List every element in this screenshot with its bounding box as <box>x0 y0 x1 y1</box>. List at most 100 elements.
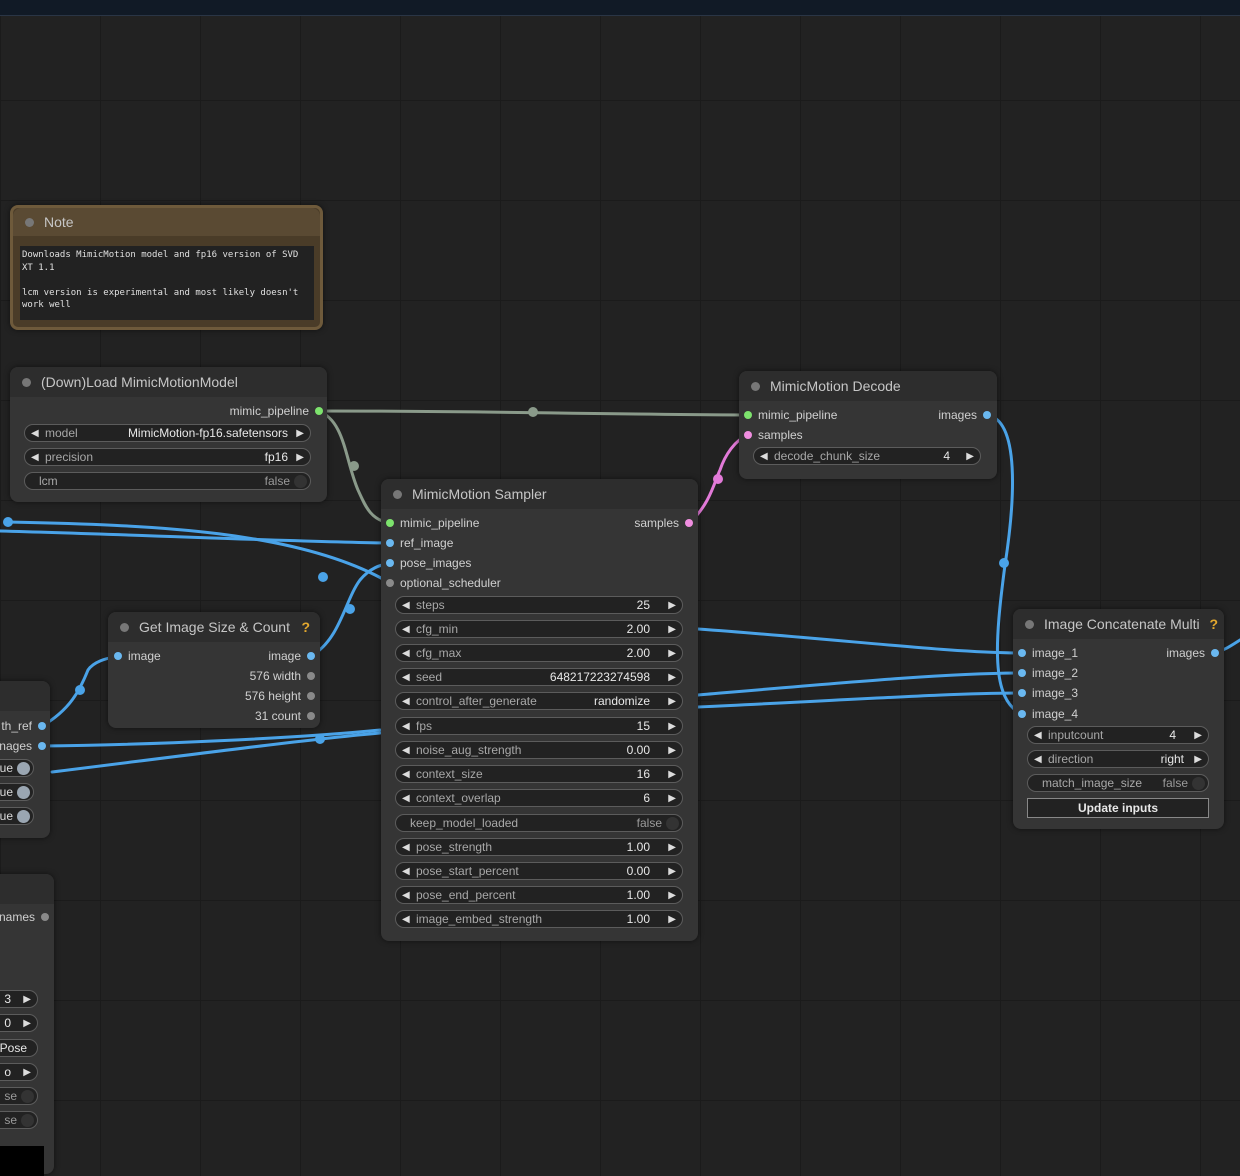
pose-strength-number[interactable]: ◀ pose_strength 1.00 ▶ <box>395 838 683 856</box>
output-slot-icon[interactable] <box>315 407 323 415</box>
output-slot-2[interactable]: nages <box>0 736 46 756</box>
collapse-dot-icon[interactable] <box>120 622 129 632</box>
output-slot-icon[interactable] <box>307 692 315 700</box>
input-mimic-pipeline[interactable]: mimic_pipeline <box>744 405 837 425</box>
arrow-right-icon[interactable]: ▶ <box>666 769 682 780</box>
output-images[interactable]: images <box>938 405 991 425</box>
number-widget-2[interactable]: 0 ▶ <box>0 1014 38 1032</box>
input-pose-images[interactable]: pose_images <box>386 553 471 573</box>
input-slot-icon[interactable] <box>744 411 752 419</box>
input-ref-image[interactable]: ref_image <box>386 533 453 553</box>
toggle-widget-1[interactable]: ue <box>0 759 34 777</box>
output-count[interactable]: 31 count <box>255 706 315 726</box>
input-slot-icon[interactable] <box>386 519 394 527</box>
arrow-right-icon[interactable]: ▶ <box>666 866 682 877</box>
input-image-2[interactable]: image_2 <box>1018 663 1078 683</box>
output-slot-icon[interactable] <box>38 722 46 730</box>
arrow-left-icon[interactable]: ◀ <box>754 451 774 462</box>
output-slot-names[interactable]: names <box>0 907 49 927</box>
collapse-dot-icon[interactable] <box>1025 619 1034 629</box>
arrow-right-icon[interactable]: ▶ <box>666 672 682 683</box>
number-widget-1[interactable]: 3 ▶ <box>0 990 38 1008</box>
arrow-left-icon[interactable]: ◀ <box>1028 730 1048 741</box>
arrow-left-icon[interactable]: ◀ <box>396 648 416 659</box>
arrow-right-icon[interactable]: ▶ <box>21 1018 37 1029</box>
get-image-size-count-node[interactable]: Get Image Size & Count ? image image 576… <box>108 612 320 728</box>
arrow-right-icon[interactable]: ▶ <box>666 914 682 925</box>
arrow-right-icon[interactable]: ▶ <box>294 452 310 463</box>
arrow-left-icon[interactable]: ◀ <box>396 866 416 877</box>
input-image-3[interactable]: image_3 <box>1018 683 1078 703</box>
output-images[interactable]: images <box>1166 643 1219 663</box>
image-embed-strength-number[interactable]: ◀ image_embed_strength 1.00 ▶ <box>395 910 683 928</box>
arrow-left-icon[interactable]: ◀ <box>396 600 416 611</box>
input-samples[interactable]: samples <box>744 425 803 445</box>
arrow-left-icon[interactable]: ◀ <box>396 696 416 707</box>
lcm-toggle[interactable]: lcm false <box>24 472 311 490</box>
arrow-right-icon[interactable]: ▶ <box>1192 730 1208 741</box>
match-image-size-toggle[interactable]: match_image_size false <box>1027 774 1209 792</box>
image-concatenate-multi-node[interactable]: Image Concatenate Multi ? image_1 image_… <box>1013 609 1224 829</box>
mimicmotion-decode-node[interactable]: MimicMotion Decode mimic_pipeline sample… <box>739 371 997 479</box>
collapse-dot-icon[interactable] <box>393 489 402 499</box>
output-slot-icon[interactable] <box>307 712 315 720</box>
output-slot-icon[interactable] <box>307 652 315 660</box>
output-slot-icon[interactable] <box>983 411 991 419</box>
left-partial-node-a[interactable]: th_ref nages ue ue ue <box>0 681 50 838</box>
output-mimic-pipeline[interactable]: mimic_pipeline <box>230 401 323 421</box>
arrow-right-icon[interactable]: ▶ <box>1192 754 1208 765</box>
arrow-right-icon[interactable]: ▶ <box>666 793 682 804</box>
input-image-4[interactable]: image_4 <box>1018 704 1078 724</box>
output-slot-icon[interactable] <box>1211 649 1219 657</box>
mimicmotion-sampler-node[interactable]: MimicMotion Sampler mimic_pipeline ref_i… <box>381 479 698 941</box>
pose-start-percent-number[interactable]: ◀ pose_start_percent 0.00 ▶ <box>395 862 683 880</box>
direction-combo[interactable]: ◀ direction right ▶ <box>1027 750 1209 768</box>
output-width[interactable]: 576 width <box>250 666 315 686</box>
download-load-mimicmotion-model-node[interactable]: (Down)Load MimicMotionModel mimic_pipeli… <box>10 367 327 502</box>
input-image-1[interactable]: image_1 <box>1018 643 1078 663</box>
node-header[interactable]: Get Image Size & Count ? <box>108 612 320 642</box>
output-slot-icon[interactable] <box>307 672 315 680</box>
output-slot-icon[interactable] <box>41 913 49 921</box>
cfg-min-number[interactable]: ◀ cfg_min 2.00 ▶ <box>395 620 683 638</box>
input-slot-icon[interactable] <box>1018 689 1026 697</box>
help-icon[interactable]: ? <box>1209 616 1218 632</box>
input-slot-icon[interactable] <box>386 579 394 587</box>
arrow-right-icon[interactable]: ▶ <box>964 451 980 462</box>
input-mimic-pipeline[interactable]: mimic_pipeline <box>386 513 479 533</box>
arrow-left-icon[interactable]: ◀ <box>396 721 416 732</box>
arrow-right-icon[interactable]: ▶ <box>21 994 37 1005</box>
pose-end-percent-number[interactable]: ◀ pose_end_percent 1.00 ▶ <box>395 886 683 904</box>
arrow-left-icon[interactable]: ◀ <box>396 890 416 901</box>
input-slot-icon[interactable] <box>744 431 752 439</box>
toggle-widget-4[interactable]: se <box>0 1087 38 1105</box>
noise-aug-strength-number[interactable]: ◀ noise_aug_strength 0.00 ▶ <box>395 741 683 759</box>
arrow-right-icon[interactable]: ▶ <box>666 600 682 611</box>
keep-model-loaded-toggle[interactable]: keep_model_loaded false <box>395 814 683 832</box>
arrow-right-icon[interactable]: ▶ <box>666 624 682 635</box>
arrow-left-icon[interactable]: ◀ <box>396 914 416 925</box>
arrow-left-icon[interactable]: ◀ <box>396 745 416 756</box>
cfg-max-number[interactable]: ◀ cfg_max 2.00 ▶ <box>395 644 683 662</box>
node-header[interactable]: (Down)Load MimicMotionModel <box>10 367 327 397</box>
arrow-right-icon[interactable]: ▶ <box>666 890 682 901</box>
node-header[interactable] <box>0 874 54 904</box>
arrow-left-icon[interactable]: ◀ <box>25 452 45 463</box>
arrow-right-icon[interactable]: ▶ <box>294 428 310 439</box>
arrow-left-icon[interactable]: ◀ <box>1028 754 1048 765</box>
output-slot-icon[interactable] <box>38 742 46 750</box>
note-node[interactable]: Note Downloads MimicMotion model and fp1… <box>10 205 323 330</box>
arrow-left-icon[interactable]: ◀ <box>25 428 45 439</box>
precision-combo[interactable]: ◀ precision fp16 ▶ <box>24 448 311 466</box>
input-slot-icon[interactable] <box>1018 649 1026 657</box>
arrow-right-icon[interactable]: ▶ <box>666 721 682 732</box>
toggle-widget-2[interactable]: ue <box>0 783 34 801</box>
control-after-generate-combo[interactable]: ◀ control_after_generate randomize ▶ <box>395 692 683 710</box>
input-slot-icon[interactable] <box>1018 669 1026 677</box>
arrow-right-icon[interactable]: ▶ <box>666 745 682 756</box>
update-inputs-button[interactable]: Update inputs <box>1027 798 1209 818</box>
note-header[interactable]: Note <box>13 208 320 236</box>
input-slot-icon[interactable] <box>386 559 394 567</box>
arrow-right-icon[interactable]: ▶ <box>666 842 682 853</box>
toggle-widget-5[interactable]: se <box>0 1111 38 1129</box>
